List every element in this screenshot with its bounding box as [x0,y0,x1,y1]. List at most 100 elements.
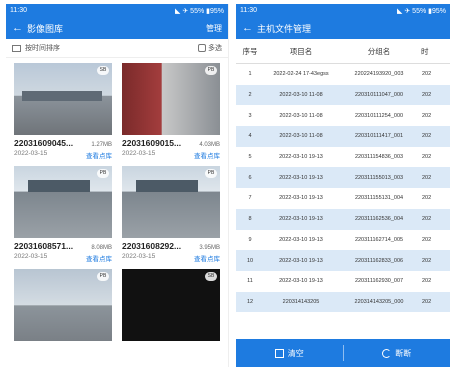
row-time: 202 [420,167,450,189]
row-project-name: 2022-03-10 19-13 [264,188,338,209]
table-row[interactable]: 6 2022-03-10 19-13 220311155013_003 202 [236,167,450,189]
file-table: 序号 项目名 分组名 时 1 2022-02-24 17-43egss 220224… [236,39,450,313]
file-name: 22031608571... [14,241,74,251]
image-card[interactable]: SB 22031609045... 1.27MB 2022-03-15 查看点库 [14,63,112,160]
gallery-screen: 11:30 ◣ ✈ 55% ▮95% ← 影像图库 管理 按时间排序 多选 SB… [6,4,229,367]
file-date: 2022-03-15 [14,150,48,157]
row-project-name: 2022-03-10 19-13 [264,167,338,189]
header-time: 时 [420,39,450,64]
image-thumbnail[interactable]: PB [14,166,112,238]
table-row[interactable]: 9 2022-03-10 19-13 220311162714_005 202 [236,229,450,251]
page-title: 主机文件管理 [257,23,312,34]
back-arrow-icon[interactable]: ← [242,22,253,34]
row-project-name: 2022-03-10 19-13 [264,229,338,251]
view-pointcloud-link[interactable]: 查看点库 [194,150,220,160]
host-file-screen: 11:30 ◣ ✈ 55% ▮95% ← 主机文件管理 序号 项目名 分组名 时… [236,4,450,367]
row-time: 202 [420,188,450,209]
image-card[interactable]: PB 22031609015... 4.03MB 2022-03-15 查看点库 [122,63,220,160]
image-type-badge: PB [205,169,217,178]
row-index: 6 [236,167,264,189]
image-thumbnail[interactable]: PB [14,269,112,341]
multi-select-button[interactable]: 多选 [198,43,222,53]
app-bar: ← 影像图库 管理 [6,17,228,39]
status-time: 11:30 [240,7,257,14]
row-index: 9 [236,229,264,251]
row-time: 202 [420,270,450,292]
table-row[interactable]: 4 2022-03-10 11-08 220310111417_001 202 [236,126,450,147]
table-row[interactable]: 5 2022-03-10 19-13 220311154836_003 202 [236,146,450,168]
app-bar: ← 主机文件管理 [236,17,450,39]
table-row[interactable]: 7 2022-03-10 19-13 220311155131_004 202 [236,188,450,209]
table-row[interactable]: 10 2022-03-10 19-13 220311162833_006 202 [236,250,450,271]
row-time: 202 [420,63,450,85]
image-card[interactable]: PB [14,269,112,346]
image-type-badge: SB [205,272,217,281]
disconnect-button[interactable]: 断断 [344,348,450,359]
image-thumbnail[interactable]: PB [122,63,220,135]
header-project-name: 项目名 [264,39,338,64]
gallery-toolbar: 按时间排序 多选 [6,39,228,58]
row-index: 1 [236,63,264,85]
image-card[interactable]: PB 22031608571... 8.08MB 2022-03-15 查看点库 [14,166,112,263]
row-project-name: 2022-02-24 17-43egss [264,63,338,85]
clear-button[interactable]: 清空 [236,348,343,359]
row-time: 202 [420,250,450,271]
image-thumbnail[interactable]: SB [122,269,220,341]
row-project-name: 2022-03-10 19-13 [264,270,338,292]
status-indicators: ◣ ✈ 55% ▮95% [397,7,446,15]
row-group-name: 220311154836_003 [338,146,420,168]
image-card[interactable]: SB [122,269,220,346]
row-project-name: 2022-03-10 19-13 [264,208,338,230]
refresh-icon [382,348,392,358]
clear-icon [274,348,284,358]
table-row[interactable]: 8 2022-03-10 19-13 220311162536_004 202 [236,208,450,230]
status-bar: 11:30 ◣ ✈ 55% ▮95% [236,4,450,17]
image-grid: SB 22031609045... 1.27MB 2022-03-15 查看点库 PB 22… [6,58,228,346]
table-row[interactable]: 1 2022-02-24 17-43egss 220224193920_003 202 [236,63,450,85]
image-card[interactable]: PB 22031608292... 3.95MB 2022-03-15 查看点库 [122,166,220,263]
disconnect-label: 断断 [395,348,412,358]
back-arrow-icon[interactable]: ← [12,22,23,34]
row-index: 11 [236,270,264,292]
view-pointcloud-link[interactable]: 查看点库 [86,150,112,160]
table-row[interactable]: 3 2022-03-10 11-08 220310111254_000 202 [236,105,450,127]
table-body: 1 2022-02-24 17-43egss 220224193920_003 202… [236,63,450,313]
manage-button[interactable]: 管理 [206,23,222,34]
status-time: 11:30 [10,7,27,14]
row-time: 202 [420,126,450,147]
row-group-name: 220311155013_003 [338,167,420,189]
row-time: 202 [420,105,450,127]
row-index: 2 [236,84,264,106]
row-group-name: 220311162714_005 [338,229,420,251]
table-row[interactable]: 12 220314143205 220314143205_000 202 [236,291,450,313]
table-row[interactable]: 2 2022-03-10 11-08 220310111047_000 202 [236,84,450,106]
file-size: 3.95MB [199,245,220,251]
row-project-name: 2022-03-10 11-08 [264,105,338,127]
file-date: 2022-03-15 [122,253,156,260]
view-pointcloud-link[interactable]: 查看点库 [194,253,220,263]
row-group-name: 220310111047_000 [338,84,420,106]
row-project-name: 2022-03-10 19-13 [264,146,338,168]
table-header-row: 序号 项目名 分组名 时 [236,39,450,64]
table-row[interactable]: 11 2022-03-10 19-13 220311162930_007 202 [236,270,450,292]
row-index: 7 [236,188,264,209]
header-index: 序号 [236,39,264,64]
row-index: 5 [236,146,264,168]
file-date: 2022-03-15 [14,253,48,260]
row-project-name: 2022-03-10 11-08 [264,84,338,106]
row-project-name: 2022-03-10 19-13 [264,250,338,271]
row-index: 3 [236,105,264,127]
image-type-badge: SB [97,66,109,75]
multi-select-label: 多选 [208,45,222,52]
image-thumbnail[interactable]: PB [122,166,220,238]
view-pointcloud-link[interactable]: 查看点库 [86,253,112,263]
sort-button[interactable]: 按时间排序 [12,43,198,53]
image-thumbnail[interactable]: SB [14,63,112,135]
bottom-action-bar: 清空 断断 [236,339,450,367]
row-time: 202 [420,146,450,168]
file-size: 1.27MB [91,142,112,148]
image-type-badge: PB [97,272,109,281]
page-title: 影像图库 [27,23,64,34]
status-bar: 11:30 ◣ ✈ 55% ▮95% [6,4,228,17]
file-date: 2022-03-15 [122,150,156,157]
